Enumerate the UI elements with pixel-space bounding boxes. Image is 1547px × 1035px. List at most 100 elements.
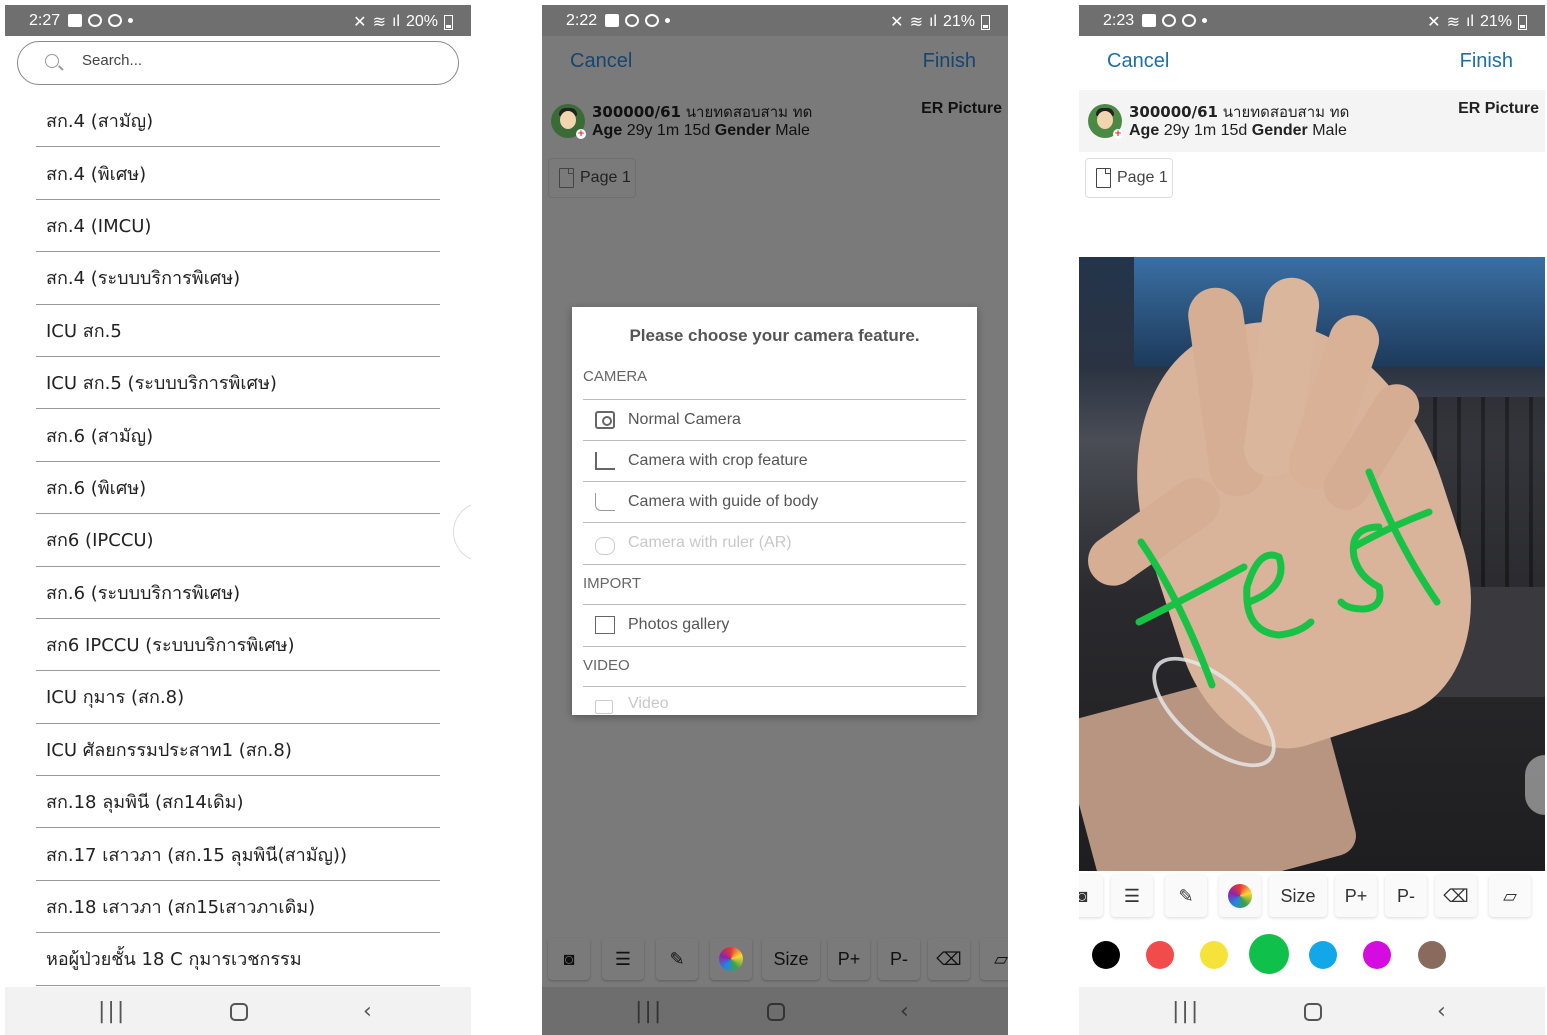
pen-tool-button[interactable]: ✎ bbox=[656, 938, 698, 980]
mute-icon: ✕ bbox=[353, 14, 367, 31]
patient-gender: Male bbox=[775, 122, 810, 139]
status-bar: 2:23 ✕ ≋ ıl 21% bbox=[1079, 5, 1545, 36]
photos-gallery-option[interactable]: Photos gallery bbox=[583, 604, 966, 645]
ward-list-item[interactable]: สก6 (IPCCU) bbox=[36, 514, 440, 567]
ward-list: สก.4 (สามัญ) สก.4 (พิเศษ) สก.4 (IMCU) สก.4 … bbox=[36, 95, 440, 986]
ward-list-item[interactable]: สก.6 (สามัญ) bbox=[36, 409, 440, 462]
eraser-tool-button[interactable]: ⌫ bbox=[928, 938, 970, 980]
ward-list-item[interactable]: ICU ศัลยกรรมประสาท1 (สก.8) bbox=[36, 724, 440, 777]
patient-gender: Male bbox=[1312, 122, 1347, 139]
page-icon bbox=[1096, 168, 1111, 188]
back-button[interactable]: ‹ bbox=[363, 999, 372, 1024]
home-button[interactable] bbox=[230, 1003, 248, 1021]
nav-bar: ||| ‹ bbox=[5, 987, 471, 1035]
page-minus-button[interactable]: P- bbox=[878, 938, 920, 980]
clear-tool-button[interactable]: ▱ bbox=[980, 938, 1008, 980]
size-button[interactable]: Size bbox=[762, 938, 820, 980]
ward-list-item[interactable]: สก.6 (พิเศษ) bbox=[36, 462, 440, 515]
status-bar: 2:22 ✕ ≋ ıl 21% bbox=[542, 5, 1008, 36]
ward-list-item[interactable]: สก.4 (IMCU) bbox=[36, 200, 440, 253]
mute-icon: ✕ bbox=[1427, 14, 1441, 31]
camera-tool-button[interactable]: ◙ bbox=[548, 938, 590, 980]
home-button[interactable] bbox=[767, 1003, 785, 1021]
edge-panel-handle[interactable] bbox=[453, 502, 471, 562]
finish-button[interactable]: Finish bbox=[1460, 50, 1513, 73]
color-swatch[interactable] bbox=[1363, 941, 1391, 969]
page-1-button[interactable]: Page 1 bbox=[548, 158, 636, 198]
back-button[interactable]: ‹ bbox=[1437, 999, 1446, 1024]
patient-age: 29y 1m 15d bbox=[1163, 122, 1248, 139]
page-icon bbox=[559, 168, 574, 188]
signal-icon: ıl bbox=[391, 13, 400, 30]
top-bar: Cancel Finish bbox=[1079, 36, 1545, 86]
camera-icon: ◙ bbox=[563, 948, 575, 969]
recent-apps-button[interactable]: ||| bbox=[1172, 999, 1200, 1024]
color-swatch[interactable] bbox=[1200, 941, 1228, 969]
search-box[interactable] bbox=[17, 41, 459, 85]
chat-icon bbox=[625, 14, 639, 27]
pen-tool-button[interactable]: ✎ bbox=[1165, 875, 1207, 917]
signal-icon: ıl bbox=[1465, 13, 1474, 30]
ward-list-item[interactable]: สก.6 (ระบบบริการพิเศษ) bbox=[36, 567, 440, 619]
ward-list-screen: 2:27 ✕≋ıl20% สก.4 (สามัญ)สก.4 (พิเศษ)สก.… bbox=[5, 5, 471, 1035]
crop-camera-option[interactable]: Camera with crop feature bbox=[583, 440, 966, 481]
home-button[interactable] bbox=[1304, 1003, 1322, 1021]
page-1-button[interactable]: Page 1 bbox=[1085, 158, 1173, 198]
color-picker-button[interactable] bbox=[1219, 875, 1261, 917]
color-wheel-icon bbox=[719, 947, 743, 971]
eraser-tool-button[interactable]: ⌫ bbox=[1435, 875, 1477, 917]
normal-camera-option[interactable]: Normal Camera bbox=[583, 399, 966, 440]
finish-button[interactable]: Finish bbox=[923, 50, 976, 73]
divider bbox=[583, 646, 966, 647]
patient-header: + 300000/61 นายทดสอบสาม ทด Age 29y 1m 15… bbox=[1079, 90, 1545, 152]
page-plus-button[interactable]: P+ bbox=[828, 938, 870, 980]
battery-icon bbox=[981, 14, 990, 30]
ward-list-item[interactable]: สก.4 (สามัญ) bbox=[36, 95, 440, 148]
edge-panel-handle[interactable] bbox=[1525, 755, 1545, 815]
back-button[interactable]: ‹ bbox=[900, 999, 909, 1024]
color-swatch[interactable] bbox=[1092, 941, 1120, 969]
page-plus-button[interactable]: P+ bbox=[1335, 875, 1377, 917]
pen-icon: ✎ bbox=[669, 948, 685, 969]
body-guide-camera-option[interactable]: Camera with guide of body bbox=[583, 481, 966, 522]
ward-list-item[interactable]: สก.18 ลุมพินี (สก14เดิม) bbox=[36, 776, 440, 829]
ward-list-item[interactable]: สก.18 เสาวภา (สก15เสาวภาเดิม) bbox=[36, 881, 440, 934]
cancel-button[interactable]: Cancel bbox=[570, 50, 632, 73]
patient-hn: 300000/61 bbox=[592, 103, 681, 121]
camera-tool-button[interactable]: ◙ bbox=[1079, 875, 1103, 917]
color-swatch[interactable] bbox=[1418, 941, 1446, 969]
size-button[interactable]: Size bbox=[1269, 875, 1327, 917]
mute-icon: ✕ bbox=[890, 14, 904, 31]
clear-tool-button[interactable]: ▱ bbox=[1489, 875, 1531, 917]
eraser-icon: ⌫ bbox=[1443, 885, 1469, 906]
ward-list-item[interactable]: ICU สก.5 bbox=[36, 305, 440, 357]
ward-list-item[interactable]: ICU กุมาร (สก.8) bbox=[36, 671, 440, 724]
color-swatch[interactable] bbox=[1309, 941, 1337, 969]
form-tool-button[interactable]: ☰ bbox=[1111, 875, 1153, 917]
ward-list-item[interactable]: สก.17 เสาวภา (สก.15 ลุมพินี(สามัญ)) bbox=[36, 828, 440, 881]
form-tool-button[interactable]: ☰ bbox=[602, 938, 644, 980]
ward-list-item[interactable]: หอผู้ป่วยชั้น 18 C กุมารเวชกรรม bbox=[36, 933, 440, 986]
drawing-toolbar: ◙ ☰ ✎ Size P+ P- ⌫ ▱ bbox=[542, 938, 1008, 983]
ward-list-item[interactable]: สก6 IPCCU (ระบบบริการพิเศษ) bbox=[36, 619, 440, 672]
ward-list-item[interactable]: สก.4 (พิเศษ) bbox=[36, 147, 440, 200]
recent-apps-button[interactable]: ||| bbox=[635, 999, 663, 1024]
color-swatch[interactable] bbox=[1249, 934, 1289, 974]
nav-bar: ||| ‹ bbox=[542, 987, 1008, 1035]
search-input[interactable] bbox=[82, 52, 422, 69]
camera-section-header: CAMERA bbox=[583, 368, 648, 385]
patient-avatar: + bbox=[1088, 104, 1123, 139]
ward-list-item[interactable]: ICU สก.5 (ระบบบริการพิเศษ) bbox=[36, 357, 440, 410]
color-swatch[interactable] bbox=[1146, 941, 1174, 969]
cancel-button[interactable]: Cancel bbox=[1107, 50, 1169, 73]
page-minus-button[interactable]: P- bbox=[1385, 875, 1427, 917]
ward-list-item[interactable]: สก.4 (ระบบบริการพิเศษ) bbox=[36, 252, 440, 305]
dialog-title: Please choose your camera feature. bbox=[629, 326, 920, 345]
annotated-photo-canvas[interactable] bbox=[1079, 257, 1545, 871]
status-time: 2:27 bbox=[29, 12, 61, 29]
recent-apps-button[interactable]: ||| bbox=[98, 999, 126, 1024]
sync-icon bbox=[1182, 14, 1196, 27]
drawing-toolbar: ◙ ☰ ✎ Size P+ P- ⌫ ▱ bbox=[1079, 875, 1545, 920]
pen-icon: ✎ bbox=[1178, 885, 1194, 906]
color-picker-button[interactable] bbox=[710, 938, 752, 980]
